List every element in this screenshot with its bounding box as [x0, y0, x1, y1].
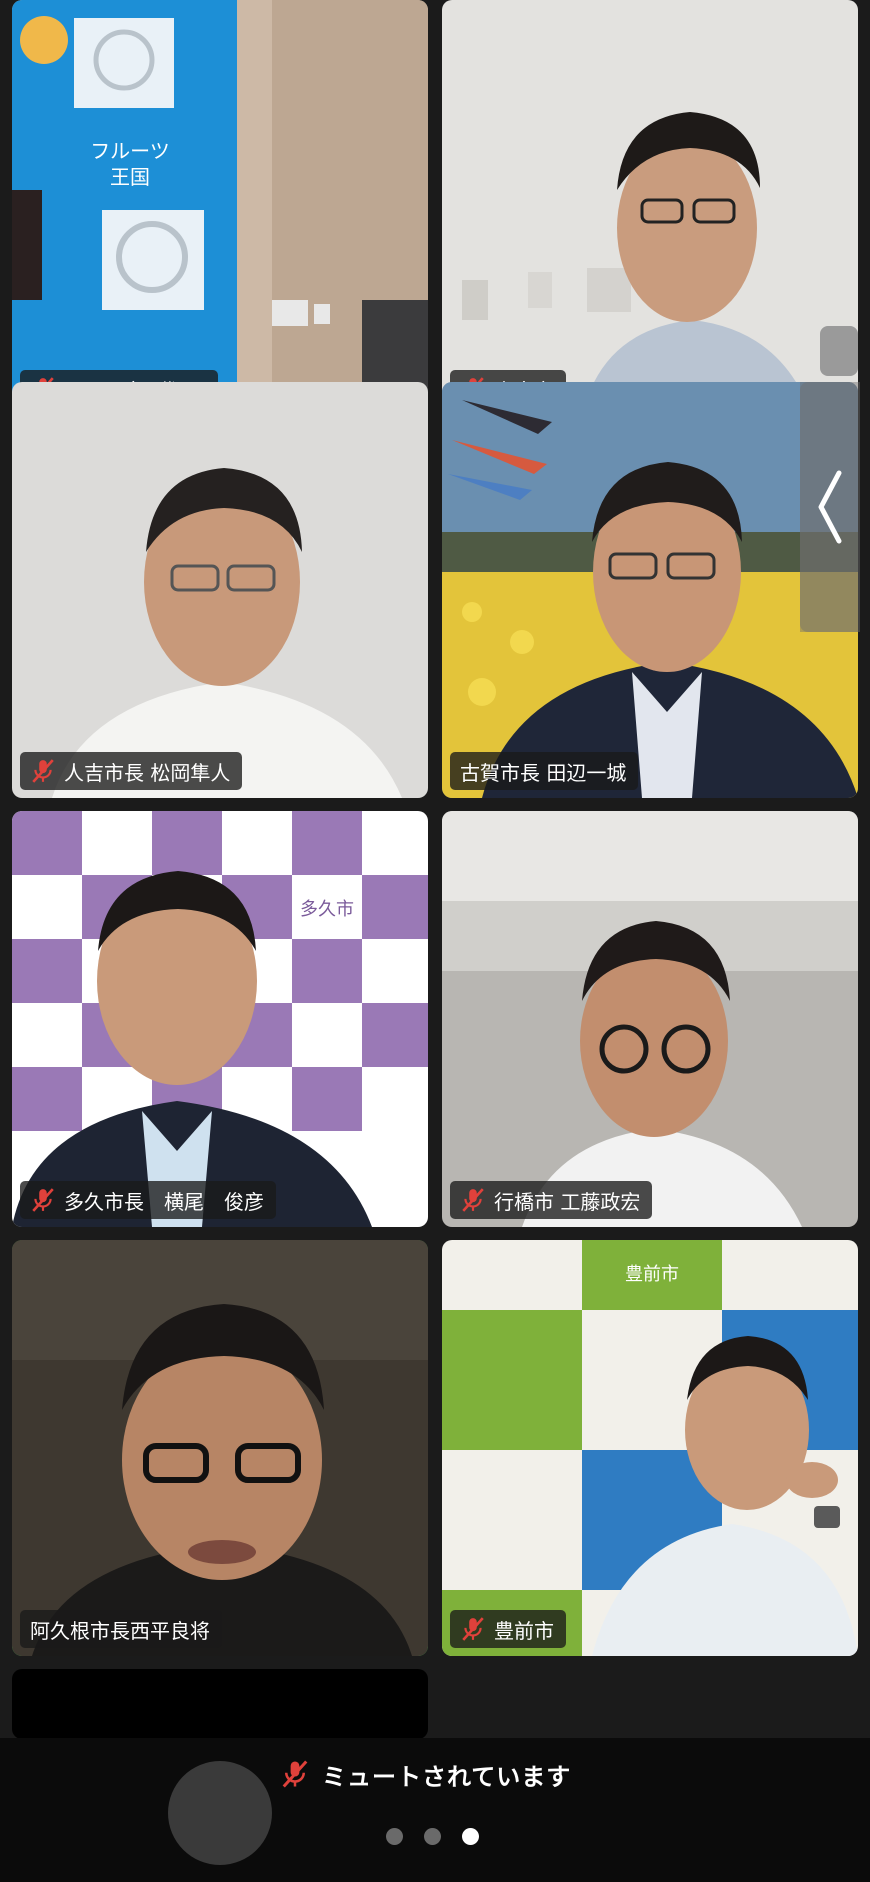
video-tile-7-active-speaker[interactable]: 阿久根市長西平良将	[12, 1240, 428, 1656]
video-tile-9-partial[interactable]	[12, 1669, 428, 1739]
mic-off-icon	[282, 1760, 308, 1788]
mic-off-icon	[462, 1617, 484, 1641]
participant-name-tag: 人吉市長 松岡隼人	[20, 752, 243, 790]
participant-name: 阿久根市長西平良将	[30, 1618, 210, 1643]
participant-name-tag: 行橋市 工藤政宏	[450, 1181, 653, 1219]
self-view-avatar[interactable]	[168, 1761, 272, 1865]
video-feed: 豊前市	[442, 1240, 858, 1656]
participant-name: 行橋市 工藤政宏	[494, 1189, 641, 1214]
side-panel-toggle[interactable]	[800, 382, 860, 632]
video-feed	[12, 1240, 428, 1656]
participant-name-tag: 多久市長 横尾 俊彦	[20, 1181, 276, 1219]
participant-name-tag: 阿久根市長西平良将	[20, 1610, 222, 1648]
video-tile-4[interactable]: 古賀市長 田辺一城	[442, 382, 858, 798]
mic-off-icon	[462, 1188, 484, 1212]
video-tile-2[interactable]: 人吉市	[442, 0, 858, 416]
video-feed: フルーツ 王国	[12, 0, 428, 416]
video-tile-8[interactable]: 豊前市 豊前市	[442, 1240, 858, 1656]
video-tile-6[interactable]: 行橋市 工藤政宏	[442, 811, 858, 1227]
video-feed	[442, 382, 858, 798]
page-dot-2[interactable]	[424, 1828, 441, 1845]
muted-status-text: ミュートされています	[322, 1762, 572, 1791]
video-feed	[442, 811, 858, 1227]
video-feed	[12, 382, 428, 798]
mic-off-icon	[32, 759, 54, 783]
svg-text:多久市: 多久市	[90, 835, 144, 856]
participant-name: 古賀市長 田辺一城	[460, 760, 627, 785]
video-feed	[442, 0, 858, 416]
svg-text:豊前市: 豊前市	[625, 1264, 679, 1285]
svg-text:多久市: 多久市	[300, 899, 354, 920]
mic-off-icon	[32, 1188, 54, 1212]
video-feed: 多久市 多久市	[12, 811, 428, 1227]
page-indicator[interactable]	[386, 1828, 479, 1845]
page-dot-1[interactable]	[386, 1828, 403, 1845]
participant-name: 豊前市	[494, 1618, 554, 1643]
svg-text:フルーツ: フルーツ	[90, 139, 170, 163]
page-dot-3-current[interactable]	[462, 1828, 479, 1845]
participant-name-tag: 古賀市長 田辺一城	[450, 752, 639, 790]
muted-status: ミュートされています	[280, 1756, 571, 1792]
participant-name-tag: 豊前市	[450, 1610, 566, 1648]
chevron-left-icon	[818, 470, 842, 544]
svg-text:王国: 王国	[110, 165, 150, 189]
video-tile-1[interactable]: フルーツ 王国 うきは市 (代理)	[12, 0, 428, 416]
video-tile-3[interactable]: 人吉市長 松岡隼人	[12, 382, 428, 798]
participant-name: 人吉市長 松岡隼人	[64, 760, 231, 785]
participant-name: 多久市長 横尾 俊彦	[64, 1189, 264, 1214]
video-tile-5[interactable]: 多久市 多久市 多久市長 横尾 俊彦	[12, 811, 428, 1227]
